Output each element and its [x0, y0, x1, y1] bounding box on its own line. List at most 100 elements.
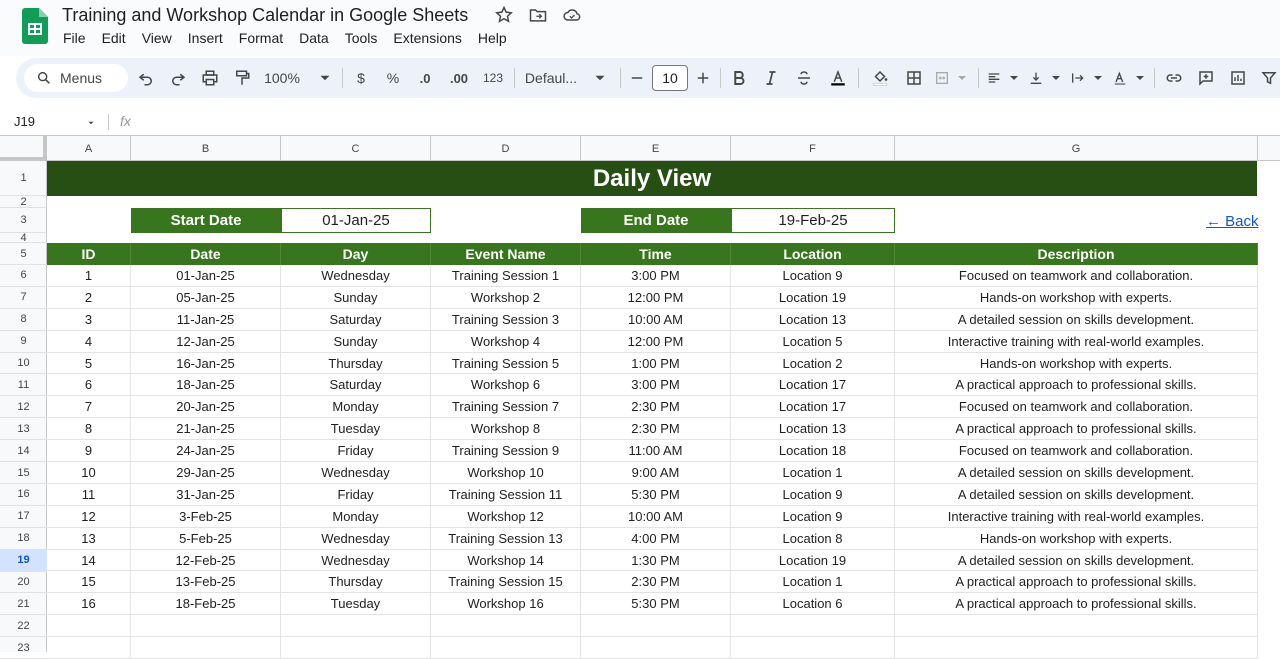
- empty-cell[interactable]: [581, 615, 731, 638]
- cell-description[interactable]: Interactive training with real-world exa…: [895, 505, 1258, 528]
- cell-event-name[interactable]: Training Session 5: [431, 352, 581, 375]
- cell-id[interactable]: 13: [47, 527, 131, 550]
- cell-time[interactable]: 1:30 PM: [581, 549, 731, 572]
- decrease-decimal-button[interactable]: .0: [414, 58, 436, 98]
- undo-button[interactable]: [134, 58, 158, 98]
- cell-time[interactable]: 5:30 PM: [581, 593, 731, 616]
- cell-time[interactable]: 2:30 PM: [581, 396, 731, 419]
- zoom-select[interactable]: 100%: [264, 58, 334, 98]
- create-filter-button[interactable]: [1258, 58, 1280, 98]
- cell-day[interactable]: Wednesday: [281, 265, 431, 287]
- fill-color-button[interactable]: [868, 58, 892, 98]
- cell-id[interactable]: 1: [47, 265, 131, 287]
- row-header[interactable]: 1: [0, 161, 47, 196]
- cell-description[interactable]: Focused on teamwork and collaboration.: [895, 440, 1258, 463]
- end-date-input[interactable]: 19-Feb-25: [731, 208, 895, 233]
- column-header-c[interactable]: C: [281, 136, 431, 161]
- row-header[interactable]: 19: [0, 549, 47, 572]
- menu-file[interactable]: File: [63, 30, 86, 46]
- cell-event-name[interactable]: Workshop 10: [431, 462, 581, 484]
- cell-description[interactable]: A detailed session on skills development…: [895, 549, 1258, 572]
- cell-event-name[interactable]: Workshop 16: [431, 593, 581, 616]
- row-header[interactable]: 20: [0, 572, 47, 594]
- insert-chart-button[interactable]: [1226, 58, 1250, 98]
- column-header-d[interactable]: D: [431, 136, 581, 161]
- borders-button[interactable]: [902, 58, 926, 98]
- cell-location[interactable]: Location 13: [731, 418, 895, 441]
- cell-time[interactable]: 5:30 PM: [581, 483, 731, 506]
- italic-button[interactable]: [762, 58, 780, 98]
- row-header[interactable]: 14: [0, 440, 47, 463]
- cell-description[interactable]: Interactive training with real-world exa…: [895, 330, 1258, 353]
- document-title[interactable]: Training and Workshop Calendar in Google…: [62, 5, 468, 26]
- horizontal-align-button[interactable]: [986, 58, 1022, 98]
- row-header[interactable]: 5: [0, 243, 47, 265]
- cell-date[interactable]: 21-Jan-25: [131, 418, 281, 441]
- cell-time[interactable]: 3:00 PM: [581, 265, 731, 287]
- cell-id[interactable]: 4: [47, 330, 131, 353]
- cell-location[interactable]: Location 19: [731, 286, 895, 309]
- cell-date[interactable]: 12-Feb-25: [131, 549, 281, 572]
- cell-event-name[interactable]: Workshop 14: [431, 549, 581, 572]
- cell-time[interactable]: 12:00 PM: [581, 286, 731, 309]
- cell-id[interactable]: 10: [47, 462, 131, 484]
- cell-date[interactable]: 29-Jan-25: [131, 462, 281, 484]
- cell-event-name[interactable]: Workshop 6: [431, 374, 581, 397]
- cell-day[interactable]: Wednesday: [281, 462, 431, 484]
- cell-time[interactable]: 2:30 PM: [581, 571, 731, 594]
- cell-location[interactable]: Location 9: [731, 265, 895, 287]
- cell-date[interactable]: 24-Jan-25: [131, 440, 281, 463]
- cell-location[interactable]: Location 13: [731, 308, 895, 331]
- row-header[interactable]: 10: [0, 353, 47, 375]
- cell-day[interactable]: Sunday: [281, 286, 431, 309]
- cell-description[interactable]: A detailed session on skills development…: [895, 308, 1258, 331]
- cell-date[interactable]: 13-Feb-25: [131, 571, 281, 594]
- row-header[interactable]: 21: [0, 594, 47, 616]
- row-header[interactable]: 9: [0, 331, 47, 353]
- increase-decimal-button[interactable]: .00: [446, 58, 472, 98]
- cell-date[interactable]: 16-Jan-25: [131, 352, 281, 375]
- cell-day[interactable]: Friday: [281, 483, 431, 506]
- cell-date[interactable]: 01-Jan-25: [131, 265, 281, 287]
- redo-button[interactable]: [166, 58, 190, 98]
- search-menus-button[interactable]: Menus: [24, 64, 128, 92]
- cell-id[interactable]: 12: [47, 505, 131, 528]
- cell-description[interactable]: Hands-on workshop with experts.: [895, 286, 1258, 309]
- empty-cell[interactable]: [731, 637, 895, 659]
- font-family-select[interactable]: Defaul...: [524, 58, 610, 98]
- row-header[interactable]: 4: [0, 232, 47, 244]
- row-header[interactable]: 22: [0, 615, 47, 638]
- cell-id[interactable]: 5: [47, 352, 131, 375]
- row-header[interactable]: 17: [0, 506, 47, 528]
- cell-id[interactable]: 7: [47, 396, 131, 419]
- cell-event-name[interactable]: Training Session 7: [431, 396, 581, 419]
- font-size-input[interactable]: 10: [652, 65, 688, 91]
- menu-format[interactable]: Format: [239, 30, 283, 46]
- vertical-align-button[interactable]: [1028, 58, 1064, 98]
- menu-extensions[interactable]: Extensions: [393, 30, 461, 46]
- cell-time[interactable]: 10:00 AM: [581, 505, 731, 528]
- cell-description[interactable]: A practical approach to professional ski…: [895, 593, 1258, 616]
- cell-id[interactable]: 6: [47, 374, 131, 397]
- cell-location[interactable]: Location 8: [731, 527, 895, 550]
- merge-cells-button[interactable]: [934, 58, 970, 98]
- menu-tools[interactable]: Tools: [345, 30, 378, 46]
- strikethrough-button[interactable]: [794, 58, 814, 98]
- cell-event-name[interactable]: Training Session 3: [431, 308, 581, 331]
- cell-event-name[interactable]: Training Session 9: [431, 440, 581, 463]
- row-header[interactable]: 13: [0, 418, 47, 441]
- row-header[interactable]: 11: [0, 375, 47, 397]
- cell-event-name[interactable]: Workshop 4: [431, 330, 581, 353]
- move-folder-icon[interactable]: [528, 5, 548, 25]
- cell-day[interactable]: Wednesday: [281, 527, 431, 550]
- cell-event-name[interactable]: Workshop 12: [431, 505, 581, 528]
- empty-cell[interactable]: [895, 615, 1258, 638]
- empty-cell[interactable]: [47, 615, 131, 638]
- cell-location[interactable]: Location 18: [731, 440, 895, 463]
- sheets-logo-icon[interactable]: [22, 8, 48, 44]
- back-link[interactable]: ← Back: [1206, 213, 1259, 230]
- row-header[interactable]: 18: [0, 528, 47, 550]
- row-header[interactable]: 8: [0, 309, 47, 331]
- menu-help[interactable]: Help: [478, 30, 507, 46]
- text-rotation-button[interactable]: [1112, 58, 1148, 98]
